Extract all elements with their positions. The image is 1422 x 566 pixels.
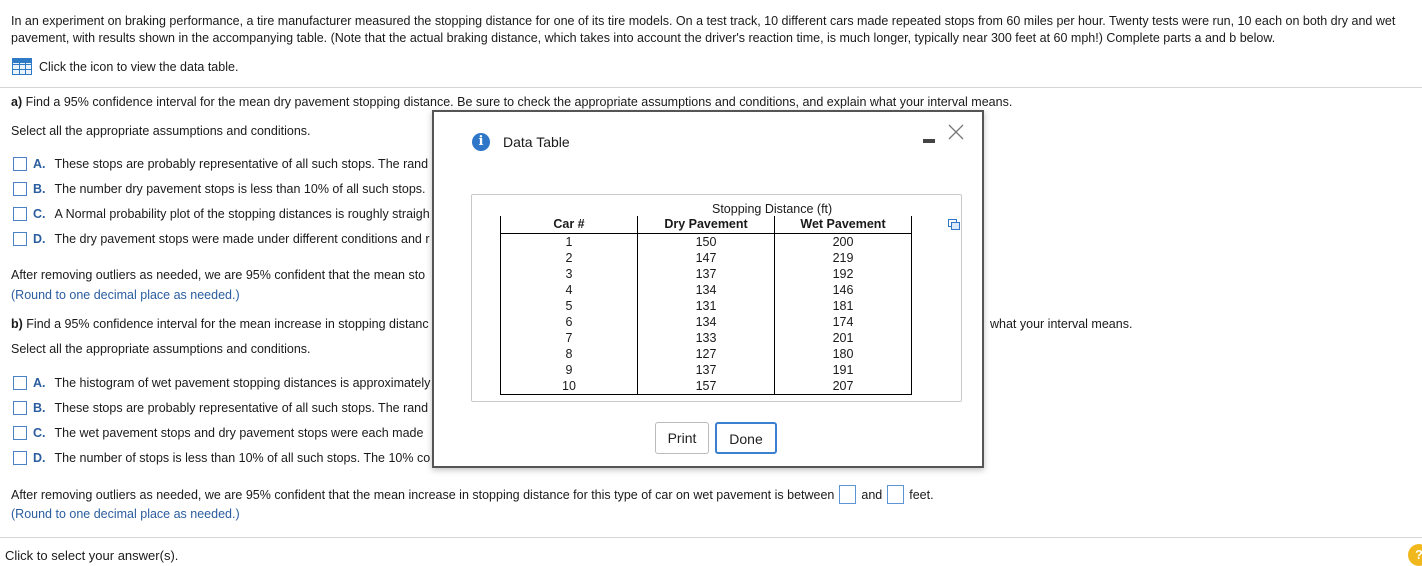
column-header-car: Car #	[500, 216, 638, 234]
part-b-option-d[interactable]: D. The number of stops is less than 10% …	[13, 451, 430, 465]
cell: 147	[637, 250, 775, 266]
data-table: Car # Dry Pavement Wet Pavement 1 150 200 …	[500, 216, 912, 395]
cell: 127	[637, 346, 775, 362]
cell: 7	[500, 330, 638, 346]
table-row: 10 157 207	[500, 378, 912, 395]
cell: 174	[774, 314, 912, 330]
part-b-round-note: (Round to one decimal place as needed.)	[11, 507, 240, 521]
info-icon: i	[472, 133, 490, 151]
cell: 200	[774, 233, 912, 250]
cell: 180	[774, 346, 912, 362]
data-table-dialog: i Data Table Stopping Distance (ft) Car …	[432, 110, 984, 468]
lower-bound-input[interactable]	[839, 485, 857, 504]
column-header-dry: Dry Pavement	[637, 216, 775, 234]
part-a-question: a) Find a 95% confidence interval for th…	[11, 95, 1013, 109]
part-a-conclusion: After removing outliers as needed, we ar…	[11, 268, 426, 282]
checkbox[interactable]	[13, 376, 27, 390]
table-row: 4 134 146	[500, 282, 912, 298]
part-b-option-a[interactable]: A. The histogram of wet pavement stoppin…	[13, 376, 430, 390]
checkbox[interactable]	[13, 157, 27, 171]
footer-instruction: Click to select your answer(s).	[5, 548, 179, 563]
cell: 133	[637, 330, 775, 346]
cell: 5	[500, 298, 638, 314]
cell: 131	[637, 298, 775, 314]
done-button[interactable]: Done	[715, 422, 777, 454]
table-row: 7 133 201	[500, 330, 912, 346]
table-header-row: Car # Dry Pavement Wet Pavement	[500, 216, 912, 234]
checkbox[interactable]	[13, 232, 27, 246]
close-icon[interactable]	[946, 122, 966, 142]
cell: 150	[637, 233, 775, 250]
checkbox[interactable]	[13, 426, 27, 440]
part-b-question-tail: what your interval means.	[990, 317, 1133, 331]
divider	[0, 87, 1422, 88]
part-a-option-a[interactable]: A. These stops are probably representati…	[13, 157, 428, 171]
cell: 4	[500, 282, 638, 298]
cell: 6	[500, 314, 638, 330]
part-b-question: b) Find a 95% confidence interval for th…	[11, 317, 429, 331]
checkbox[interactable]	[13, 207, 27, 221]
dialog-title: Data Table	[503, 134, 570, 150]
dialog-header: i Data Table	[434, 112, 982, 156]
cell: 191	[774, 362, 912, 378]
part-b-option-c[interactable]: C. The wet pavement stops and dry paveme…	[13, 426, 423, 440]
table-icon[interactable]	[12, 58, 32, 75]
problem-intro: In an experiment on braking performance,…	[11, 14, 1396, 45]
checkbox[interactable]	[13, 451, 27, 465]
part-a-option-d[interactable]: D. The dry pavement stops were made unde…	[13, 232, 429, 246]
table-row: 3 137 192	[500, 266, 912, 282]
data-table-frame: Stopping Distance (ft) Car # Dry Pavemen…	[471, 194, 962, 402]
copy-table-icon[interactable]	[948, 219, 960, 230]
cell: 1	[500, 233, 638, 250]
cell: 134	[637, 314, 775, 330]
cell: 2	[500, 250, 638, 266]
cell: 3	[500, 266, 638, 282]
cell: 9	[500, 362, 638, 378]
cell: 10	[500, 378, 638, 395]
cell: 137	[637, 266, 775, 282]
checkbox[interactable]	[13, 401, 27, 415]
cell: 181	[774, 298, 912, 314]
table-row: 6 134 174	[500, 314, 912, 330]
cell: 137	[637, 362, 775, 378]
table-row: 8 127 180	[500, 346, 912, 362]
table-row: 2 147 219	[500, 250, 912, 266]
part-a-round-note: (Round to one decimal place as needed.)	[11, 288, 240, 302]
cell: 201	[774, 330, 912, 346]
table-row: 1 150 200	[500, 233, 912, 250]
cell: 146	[774, 282, 912, 298]
part-b-option-b[interactable]: B. These stops are probably representati…	[13, 401, 428, 415]
table-row: 9 137 191	[500, 362, 912, 378]
footer-divider	[0, 537, 1422, 538]
checkbox[interactable]	[13, 182, 27, 196]
data-table-link[interactable]: Click the icon to view the data table.	[12, 58, 238, 75]
table-row: 5 131 181	[500, 298, 912, 314]
minimize-icon[interactable]	[923, 139, 935, 143]
data-table-link-label[interactable]: Click the icon to view the data table.	[39, 60, 238, 74]
upper-bound-input[interactable]	[887, 485, 905, 504]
cell: 157	[637, 378, 775, 395]
print-button[interactable]: Print	[655, 422, 709, 454]
part-a-option-b[interactable]: B. The number dry pavement stops is less…	[13, 182, 426, 196]
cell: 134	[637, 282, 775, 298]
cell: 8	[500, 346, 638, 362]
column-header-wet: Wet Pavement	[774, 216, 912, 234]
cell: 192	[774, 266, 912, 282]
part-b-conclusion: After removing outliers as needed, we ar…	[11, 485, 934, 504]
part-b-select-prompt: Select all the appropriate assumptions a…	[11, 342, 311, 356]
part-a-select-prompt: Select all the appropriate assumptions a…	[11, 124, 311, 138]
table-title: Stopping Distance (ft)	[712, 202, 833, 216]
cell: 219	[774, 250, 912, 266]
part-a-option-c[interactable]: C. A Normal probability plot of the stop…	[13, 207, 430, 221]
cell: 207	[774, 378, 912, 395]
